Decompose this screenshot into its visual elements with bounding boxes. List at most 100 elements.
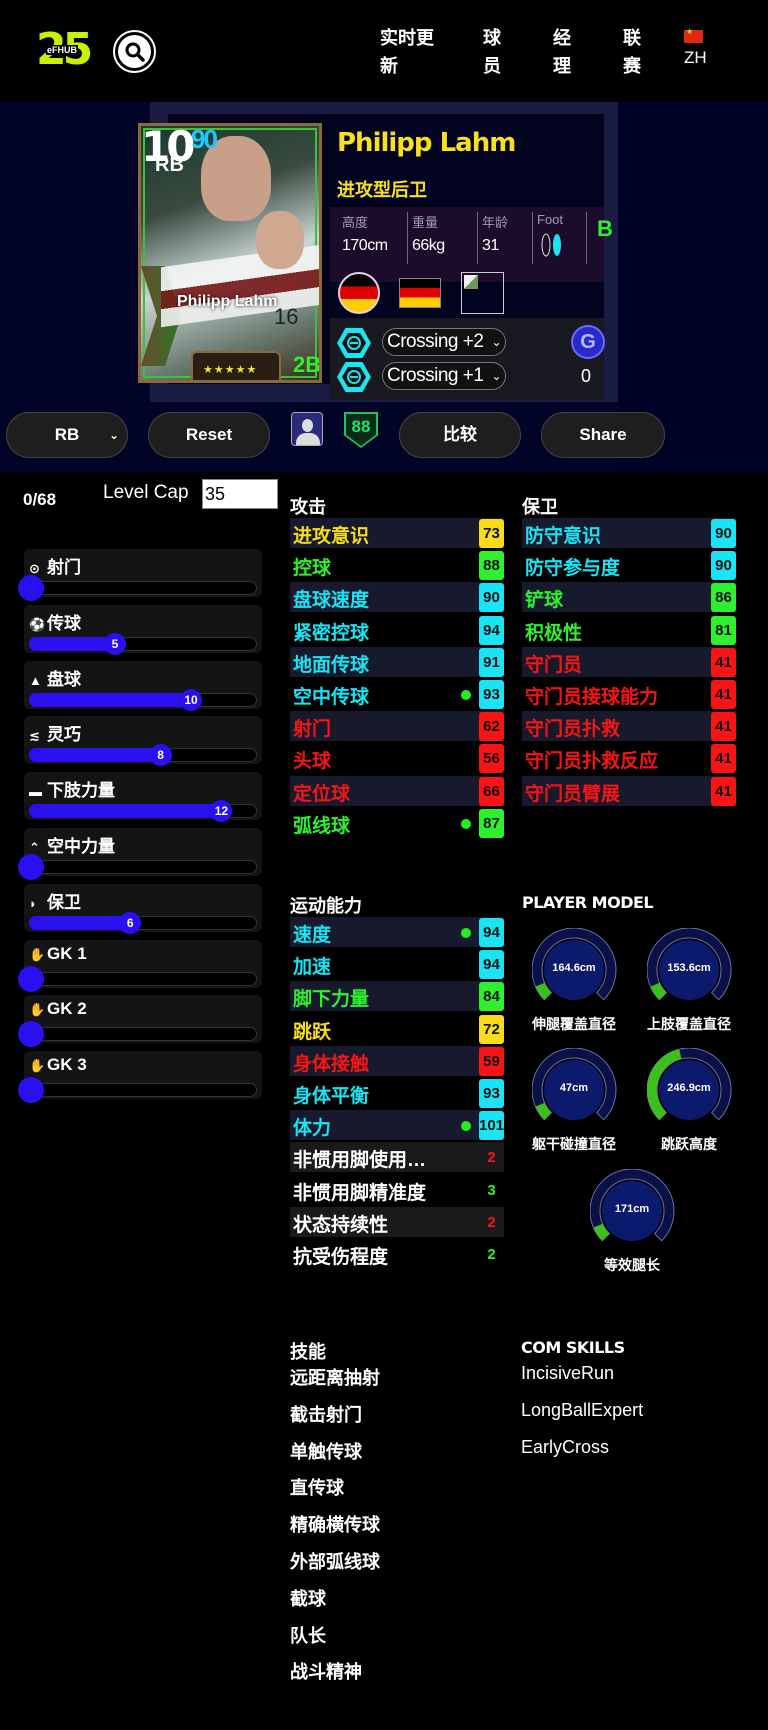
booster-label: Crossing +2 [387,331,484,352]
stat-value: 2 [487,1213,496,1231]
stat-value: 73 [479,519,504,548]
efhub-logo[interactable]: 25 eFHUB [36,24,93,75]
stat-value: 90 [711,551,736,581]
share-button[interactable]: Share [541,412,665,458]
progression-slider-handle[interactable] [18,1077,44,1104]
stat-row: 铲球 86 [522,582,736,613]
stat-name: 状态持续性 [293,1214,389,1236]
progression-track[interactable] [29,1027,257,1042]
progression-slider-handle[interactable]: 8 [149,744,172,767]
stat-row: 控球 88 [290,550,504,581]
card-position: RB [155,154,184,176]
progression-label-row: ✋ GK 2 [29,999,87,1019]
stat-name: 非惯用脚使用… [293,1150,427,1172]
progression-label: GK 2 [47,999,87,1019]
height-value: 170cm [342,237,388,254]
progression-slider-handle[interactable] [18,575,44,601]
stat-row: 弧线球 87 [290,808,504,838]
progression-slider-handle[interactable] [18,854,44,880]
logo-tag: eFHUB [46,45,79,55]
progression-slider-handle[interactable] [18,1021,44,1048]
level-cap-input[interactable] [202,479,278,509]
player-card: 10 90 RB Philipp Lahm 16 ★★★★★ 2B [138,123,322,383]
reset-button[interactable]: Reset [148,412,270,458]
progression-fill [29,692,191,707]
stat-row: 地面传球 91 [290,646,504,677]
progression-slider-handle[interactable]: 10 [180,688,202,711]
progression-item: ✋ GK 1 [18,939,262,992]
divider [477,212,478,264]
progression-item: ⊙ 射门 [18,549,262,601]
nav-live-updates[interactable]: 实时更新 [380,24,440,80]
stat-row: 守门员 41 [522,646,736,677]
stat-name: 铲球 [525,590,564,612]
progression-track[interactable] [29,581,257,595]
stat-row: 抗受伤程度 2 [290,1239,504,1269]
foot-icon [541,233,561,257]
booster-select-1[interactable]: Crossing +2 ⌄ [382,328,506,356]
nav-players[interactable]: 球员 [483,24,543,80]
stat-row: 射门 62 [290,711,504,742]
stat-value: 86 [711,583,736,613]
cone-icon: ▲ [29,672,42,688]
progression-slider-handle[interactable]: 5 [104,632,126,655]
stat-row: 守门员接球能力 41 [522,679,736,709]
player-model-title: PLAYER MODEL [522,893,654,912]
progression-track[interactable] [29,971,257,986]
top-header: 25 eFHUB 实时更新 球员 经理 联赛 ZH [0,0,768,102]
language-switcher[interactable]: ZH [684,27,712,68]
club-logo-image [461,272,504,314]
stat-value: 84 [479,982,504,1012]
progression-label: 空中力量 [47,837,115,856]
skills-title: 技能 [290,1342,326,1362]
stat-row: 进攻意识 73 [290,518,504,548]
progression-label-row: ▲ 盘球 [29,665,81,690]
stat-value: 56 [479,744,504,774]
stat-value: 93 [479,1079,504,1108]
chevron-down-icon: ⌄ [108,428,119,442]
progression-label-row: ⊙ 射门 [29,553,81,578]
progression-item: ✋ GK 2 [18,995,262,1048]
skill-item: 单触传球 [290,1441,362,1462]
gauge-label: 伸腿覆盖直径 [532,1016,616,1032]
stat-value: 3 [487,1181,496,1199]
stat-name: 积极性 [525,622,583,644]
weight-value: 66kg [412,237,445,254]
progression-track[interactable] [29,1083,257,1098]
stat-name: 防守参与度 [525,558,621,580]
nav-leagues[interactable]: 联赛 [623,24,683,80]
card-player-name: Philipp Lahm [177,293,278,310]
gauge-label: 等效腿长 [604,1257,660,1273]
nav-managers[interactable]: 经理 [553,24,613,80]
compare-button[interactable]: 比较 [399,412,521,458]
search-icon [125,42,145,62]
progression-slider-handle[interactable]: 6 [119,911,142,934]
progression-label: GK 1 [47,943,87,963]
g-count: 0 [581,366,592,386]
position-select[interactable]: RB ⌄ [6,412,128,458]
progression-track[interactable] [29,860,257,874]
com-skill-item: EarlyCross [521,1436,610,1457]
stat-row: 守门员扑救 41 [522,711,736,742]
chevron-down-icon: ⌄ [491,369,501,383]
booster-select-2[interactable]: Crossing +1 ⌄ [382,362,506,390]
manager-avatar-icon[interactable] [291,412,323,446]
stat-value: 62 [479,712,504,742]
stat-value: 87 [479,808,504,838]
progression-slider-handle[interactable]: 12 [210,800,233,823]
stat-row: 防守意识 90 [522,518,736,548]
stat-row: 定位球 66 [290,775,504,806]
progression-slider-handle[interactable] [18,965,44,992]
divider [532,212,533,264]
boost-indicator-dot [461,818,471,829]
progression-label: 盘球 [47,669,81,689]
nav-label: 联 [623,28,641,48]
chevron-down-icon: ⌄ [491,335,501,349]
stat-name: 头球 [293,751,332,773]
search-button[interactable] [113,30,156,73]
stat-value: 90 [711,519,736,548]
stat-value: 59 [479,1046,504,1076]
skill-item: 远距离抽射 [290,1368,380,1388]
stat-name: 盘球速度 [293,590,370,612]
nav-label: 球 [483,28,501,48]
